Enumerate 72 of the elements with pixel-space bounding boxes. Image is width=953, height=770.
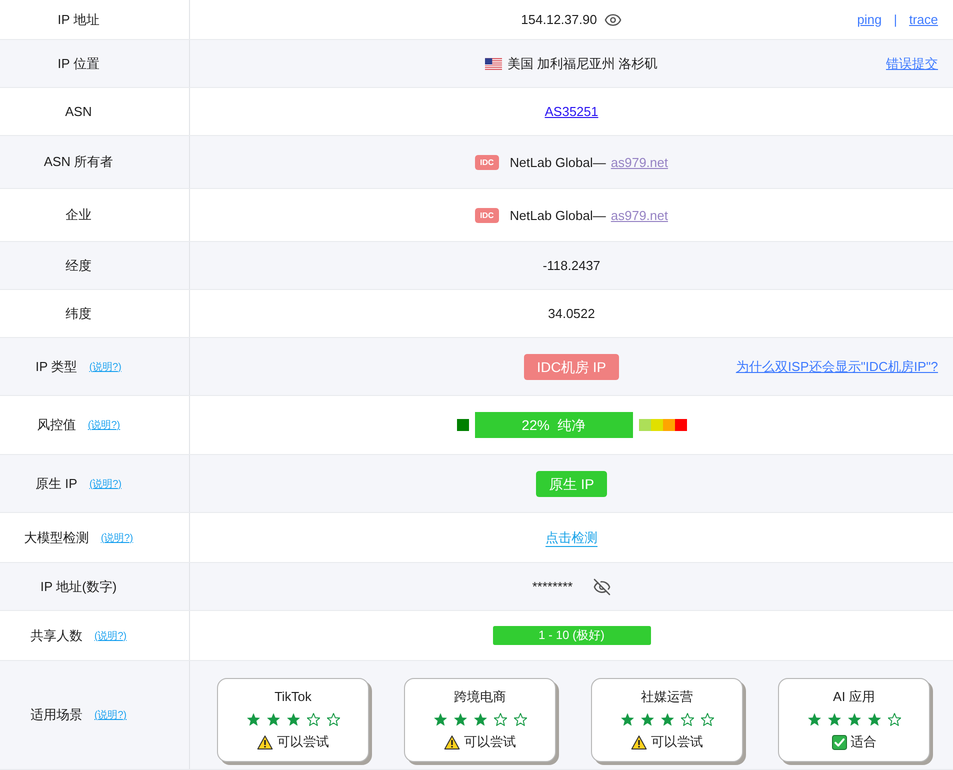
star-icon — [828, 713, 840, 726]
star-icon — [246, 713, 260, 726]
row-label: ASN — [65, 104, 92, 119]
asn-link[interactable]: AS35251 — [544, 104, 598, 119]
card-title: 跨境电商 — [454, 689, 506, 705]
row-label: 企业 — [66, 206, 92, 224]
eye-off-icon[interactable] — [592, 578, 611, 596]
location-text: 美国 加利福尼亚州 洛杉矶 — [507, 54, 658, 72]
card-title: 社媒运营 — [641, 689, 693, 705]
coordinate-value: -118.2437 — [542, 258, 600, 273]
detect-link[interactable]: 点击检测 — [546, 528, 598, 546]
row-label: 原生 IP — [35, 474, 78, 492]
risk-score-bar: 22% 纯净 — [474, 412, 632, 438]
row-label: IP 类型 — [36, 358, 78, 376]
org-name: NetLab Global— — [510, 208, 606, 222]
row-label: 风控值 — [36, 416, 76, 434]
tool-link[interactable]: trace — [909, 12, 938, 27]
card-title: TikTok — [274, 689, 312, 705]
verdict-label: 可以尝试 — [464, 734, 516, 750]
card-title: AI 应用 — [833, 689, 875, 705]
star-outline-icon — [306, 713, 320, 726]
help-link[interactable]: (说明?) — [88, 418, 120, 432]
type-badge: IDC机房 IP — [524, 354, 620, 380]
flag-icon — [485, 58, 502, 70]
coordinate-value: 34.0522 — [548, 306, 595, 321]
row-label: 经度 — [66, 256, 92, 274]
ip-value: ******** — [532, 579, 573, 594]
domain-link[interactable]: as979.net — [610, 208, 668, 222]
star-icon — [640, 713, 654, 726]
help-link[interactable]: (说明?) — [100, 530, 134, 544]
star-icon — [434, 713, 446, 726]
star-outline-icon — [514, 713, 526, 726]
sharing-bar: 1 - 10 (极好) — [492, 626, 650, 645]
row-label: IP 位置 — [58, 54, 100, 72]
help-link[interactable]: (说明?) — [89, 476, 122, 490]
row-label: 适用场景 — [30, 706, 82, 724]
star-icon — [808, 713, 820, 726]
row-label: 共享人数 — [30, 626, 82, 644]
row-label: IP 地址 — [58, 10, 100, 28]
star-icon — [660, 713, 674, 726]
star-icon — [474, 713, 486, 726]
info-link[interactable]: 为什么双ISP还会显示"IDC机房IP"? — [736, 358, 938, 376]
tool-link[interactable]: ping — [857, 12, 882, 27]
star-icon — [266, 713, 280, 726]
ip-value: 154.12.37.90 — [521, 12, 597, 27]
row-label: 大模型检测 — [24, 528, 89, 546]
row-label: 纬度 — [66, 304, 92, 322]
idc-tag: IDC — [474, 154, 499, 170]
link-separator: | — [894, 12, 898, 27]
verdict-label: 适合 — [850, 734, 876, 750]
star-icon — [454, 713, 466, 726]
star-outline-icon — [680, 713, 694, 726]
help-link[interactable]: (说明?) — [94, 708, 127, 722]
domain-link[interactable]: as979.net — [610, 154, 668, 170]
star-icon — [848, 713, 860, 726]
star-outline-icon — [888, 713, 900, 726]
type-badge: 原生 IP — [536, 470, 608, 496]
row-label: ASN 所有者 — [44, 153, 114, 171]
idc-tag: IDC — [474, 208, 499, 222]
help-link[interactable]: (说明?) — [89, 360, 122, 374]
help-link[interactable]: (说明?) — [94, 628, 127, 642]
star-icon — [620, 713, 634, 726]
star-icon — [286, 713, 300, 726]
verdict-label: 可以尝试 — [277, 734, 329, 750]
row-label: IP 地址(数字) — [40, 578, 117, 596]
star-icon — [868, 713, 880, 726]
star-outline-icon — [326, 713, 340, 726]
info-link[interactable]: 错误提交 — [886, 54, 938, 72]
star-outline-icon — [700, 713, 714, 726]
verdict-label: 可以尝试 — [651, 734, 703, 750]
org-name: NetLab Global— — [510, 154, 606, 170]
star-outline-icon — [494, 713, 506, 726]
